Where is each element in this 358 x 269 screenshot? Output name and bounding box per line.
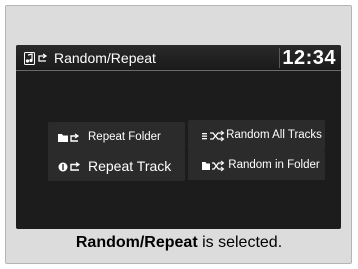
single-track-repeat-icon xyxy=(58,160,82,172)
folder-shuffle-icon xyxy=(202,159,226,172)
clock: 12:34 xyxy=(282,47,336,69)
clock-divider xyxy=(279,48,280,68)
repeat-track-label: Repeat Track xyxy=(88,158,172,174)
random-all-tracks-button[interactable]: Random All Tracks xyxy=(188,120,325,150)
random-all-tracks-label: Random All Tracks xyxy=(226,129,322,141)
folder-repeat-icon xyxy=(58,131,82,143)
display-screen: Random/Repeat 12:34 Repeat Folder Random… xyxy=(16,45,341,229)
repeat-folder-label: Repeat Folder xyxy=(88,131,161,143)
repeat-track-button[interactable]: Repeat Track xyxy=(48,151,185,181)
status-bar: Random/Repeat 12:34 xyxy=(16,45,341,71)
caption: Random/Repeat is selected. xyxy=(0,233,358,253)
random-in-folder-button[interactable]: Random in Folder xyxy=(188,150,325,180)
music-note-repeat-icon xyxy=(24,52,48,65)
screen-title: Random/Repeat xyxy=(54,50,156,66)
repeat-folder-button[interactable]: Repeat Folder xyxy=(48,122,185,152)
caption-bold: Random/Repeat xyxy=(75,234,198,251)
random-in-folder-label: Random in Folder xyxy=(228,159,320,171)
shuffle-all-icon xyxy=(202,129,226,142)
caption-rest: is selected. xyxy=(197,234,283,251)
